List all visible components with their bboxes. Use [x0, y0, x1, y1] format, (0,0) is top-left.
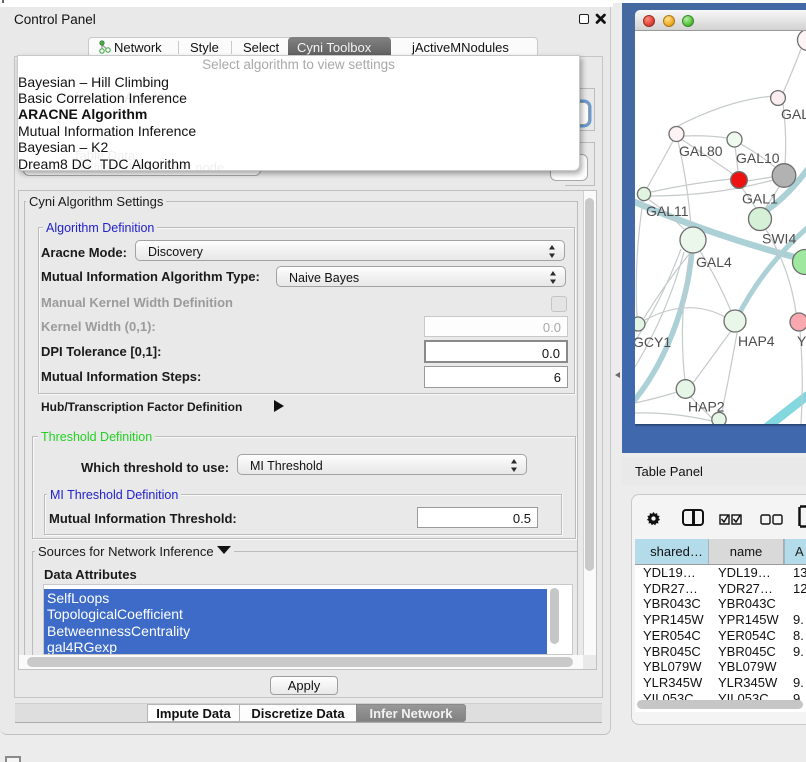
svg-text:GAL: GAL	[781, 106, 806, 122]
svg-text:GAL10: GAL10	[736, 150, 780, 166]
svg-text:GAL1: GAL1	[742, 191, 778, 207]
svg-text:HAP4: HAP4	[738, 333, 775, 349]
svg-text:Y: Y	[797, 333, 806, 349]
svg-text:SWI4: SWI4	[762, 231, 796, 247]
svg-text:HAP2: HAP2	[688, 399, 725, 415]
svg-text:GAL11: GAL11	[646, 203, 689, 219]
svg-text:GCY1: GCY1	[635, 334, 671, 350]
svg-text:GAL80: GAL80	[679, 143, 723, 159]
svg-text:GAL4: GAL4	[696, 254, 732, 270]
